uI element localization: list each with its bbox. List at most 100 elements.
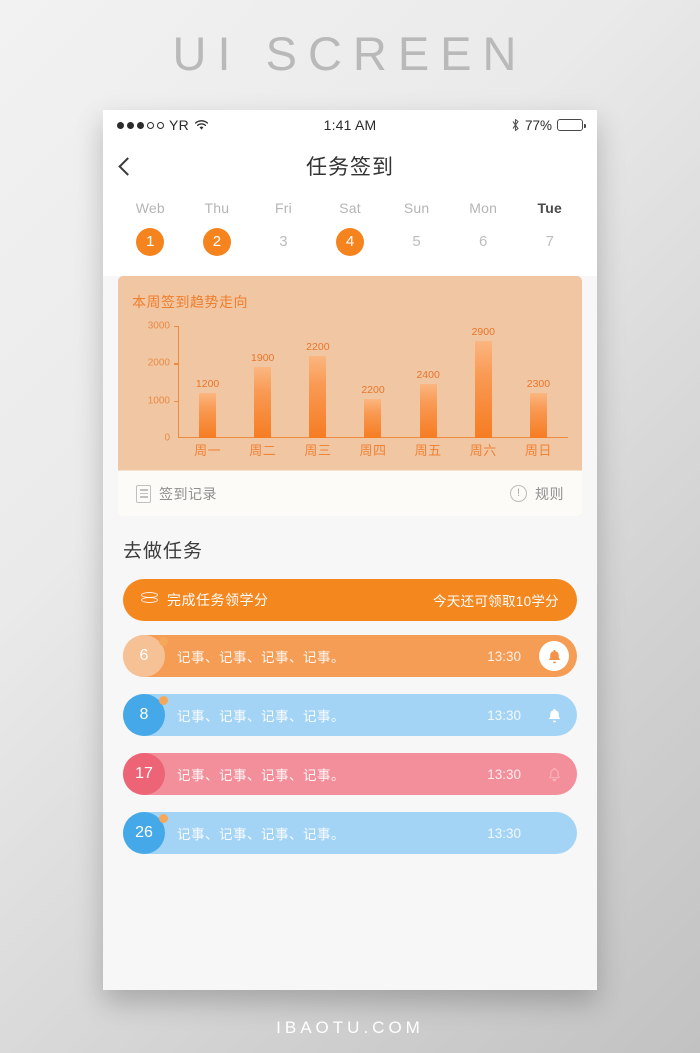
status-bar: YR 1:41 AM 77% xyxy=(103,110,597,140)
chart-bar-column: 2200 xyxy=(345,326,400,438)
chart-y-tick-label: 2000 xyxy=(147,357,170,369)
rules-label: 规则 xyxy=(535,485,564,502)
chart-y-tick-label: 0 xyxy=(164,432,170,444)
rules-button[interactable]: ! 规则 xyxy=(510,484,564,504)
chart-x-tick-label: 周五 xyxy=(414,443,442,458)
chart-bar-column: 1900 xyxy=(235,326,290,438)
complete-task-reward-button[interactable]: 完成任务领学分 今天还可领取10学分 xyxy=(123,579,577,621)
checkin-record-label: 签到记录 xyxy=(159,485,217,502)
chart-bar xyxy=(474,341,492,438)
record-rules-bar: 签到记录 ! 规则 xyxy=(118,470,582,516)
checkin-day-checked[interactable]: 2 xyxy=(202,228,231,256)
task-row[interactable]: 17 记事、记事、记事、记事。 13:30 xyxy=(123,753,577,795)
chart-bar xyxy=(364,398,382,438)
task-time: 13:30 xyxy=(487,707,521,723)
chart-bar-value-label: 2900 xyxy=(471,326,495,338)
chart-bar-value-label: 2400 xyxy=(416,368,440,381)
checkin-day-number[interactable]: 6 xyxy=(469,228,497,256)
chart-bar xyxy=(199,393,217,438)
tasks-section-title: 去做任务 xyxy=(123,541,204,562)
task-time: 13:30 xyxy=(487,648,521,664)
chart-x-tick-label: 周六 xyxy=(469,443,497,458)
task-time: 13:30 xyxy=(487,766,521,782)
checkin-day-number[interactable]: 7 xyxy=(536,228,564,256)
reward-note: 今天还可领取10学分 xyxy=(432,594,559,609)
week-day-label: Sat xyxy=(339,200,361,216)
week-day-cell[interactable]: Sun 5 xyxy=(383,200,450,256)
chart-bar xyxy=(254,367,272,438)
chart-x-tick-label: 周一 xyxy=(194,443,222,458)
chart-x-tick-label: 周日 xyxy=(524,443,552,458)
checkin-day-checked[interactable]: 1 xyxy=(136,228,165,256)
week-day-cell[interactable]: Web 1 xyxy=(117,200,184,256)
checkin-day-checked[interactable]: 4 xyxy=(336,228,365,256)
chart-y-tick-mark xyxy=(174,326,179,328)
chart-bar-column: 2400 xyxy=(401,326,456,438)
chart-bars: 1200 1900 2200 2200 2400 2900 2300 xyxy=(180,326,566,438)
task-row[interactable]: 6 记事、记事、记事、记事。 13:30 xyxy=(123,635,577,677)
week-day-cell[interactable]: Fri 3 xyxy=(250,200,317,256)
week-day-cell[interactable]: Tue 7 xyxy=(516,200,583,256)
document-icon xyxy=(136,484,151,503)
task-date-badge: 17 xyxy=(123,753,165,795)
task-time: 13:30 xyxy=(487,825,521,841)
chart-bar-column: 2300 xyxy=(511,326,566,438)
coins-icon xyxy=(141,592,158,608)
task-bell-icon xyxy=(539,818,569,848)
page-title: 任务签到 xyxy=(306,156,394,179)
week-day-cell[interactable]: Sat 4 xyxy=(317,200,384,256)
chart-y-tick-label: 3000 xyxy=(147,320,170,332)
checkin-day-number[interactable]: 5 xyxy=(403,228,431,256)
chart-y-axis: 0 1000 2000 3000 xyxy=(132,321,178,444)
chart-bar xyxy=(309,355,327,438)
task-text: 记事、记事、记事、记事。 xyxy=(177,827,345,842)
phone-frame: YR 1:41 AM 77% 任务签到 Web 1 Thu 2 Fri 3 Sat 4 Sun 5… xyxy=(103,110,597,990)
task-text: 记事、记事、记事、记事。 xyxy=(177,650,345,665)
chart-bar-value-label: 2200 xyxy=(361,383,385,396)
chart-bar-value-label: 2300 xyxy=(526,378,551,391)
week-day-label: Mon xyxy=(469,200,498,216)
tasks-section: 去做任务 完成任务领学分 今天还可领取10学分 6 记事、记事、记事、记事。 13:… xyxy=(103,516,597,854)
chart-bar-value-label: 2200 xyxy=(306,340,330,353)
chart-x-tick-label: 周二 xyxy=(249,443,277,458)
nav-bar: 任务签到 xyxy=(103,140,597,192)
chart-x-axis-labels: 周一 周二 周三 周四 周五 周六 周日 xyxy=(180,440,566,460)
task-text: 记事、记事、记事、记事。 xyxy=(177,768,345,783)
week-day-label: Fri xyxy=(274,200,292,216)
task-unread-dot xyxy=(159,637,168,646)
chart-bar-value-label: 1900 xyxy=(251,352,275,365)
chart-bar-value-label: 1200 xyxy=(195,378,220,391)
week-day-label: Tue xyxy=(537,200,562,216)
week-day-cell[interactable]: Mon 6 xyxy=(450,200,517,256)
chart-y-tick-mark xyxy=(174,400,179,403)
task-unread-dot xyxy=(159,814,168,823)
chart-y-tick-label: 1000 xyxy=(147,395,170,407)
task-list: 6 记事、记事、记事、记事。 13:30 8 记事、记事、记事、记事。 13:30 17 记事… xyxy=(123,635,577,854)
exclamation-circle-icon: ! xyxy=(510,485,527,502)
battery-percent-label: 77% xyxy=(524,117,552,133)
task-text: 记事、记事、记事、记事。 xyxy=(177,709,345,724)
chart-x-tick-label: 周三 xyxy=(304,443,332,458)
chart-bar-column: 2900 xyxy=(456,326,511,438)
chart-bar xyxy=(529,393,547,438)
checkin-record-button[interactable]: 签到记录 xyxy=(136,484,217,504)
week-day-label: Web xyxy=(135,200,165,216)
watermark-bottom-text: IBAOTU.COM xyxy=(276,1018,424,1037)
week-day-label: Sun xyxy=(403,200,430,216)
week-checkin-strip: Web 1 Thu 2 Fri 3 Sat 4 Sun 5 Mon 6 Tue 7 xyxy=(103,192,597,276)
task-bell-icon[interactable] xyxy=(539,759,569,789)
checkin-day-number[interactable]: 3 xyxy=(269,228,297,256)
chart-bar-column: 2200 xyxy=(290,326,345,438)
task-bell-icon[interactable] xyxy=(539,641,569,671)
chart-x-tick-label: 周四 xyxy=(359,443,387,458)
task-row[interactable]: 26 记事、记事、记事、记事。 13:30 xyxy=(123,812,577,854)
battery-icon xyxy=(557,119,586,131)
task-bell-icon[interactable] xyxy=(539,700,569,730)
week-day-label: Thu xyxy=(204,200,230,216)
bluetooth-icon xyxy=(512,118,519,132)
chart-section: 本周签到趋势走向 0 1000 2000 3000 1200 1900 2200 2200 2… xyxy=(103,276,597,516)
chart-title: 本周签到趋势走向 xyxy=(132,294,248,310)
task-row[interactable]: 8 记事、记事、记事、记事。 13:30 xyxy=(123,694,577,736)
checkin-trend-chart: 本周签到趋势走向 0 1000 2000 3000 1200 1900 2200 2200 2… xyxy=(118,276,582,470)
week-day-cell[interactable]: Thu 2 xyxy=(184,200,251,256)
